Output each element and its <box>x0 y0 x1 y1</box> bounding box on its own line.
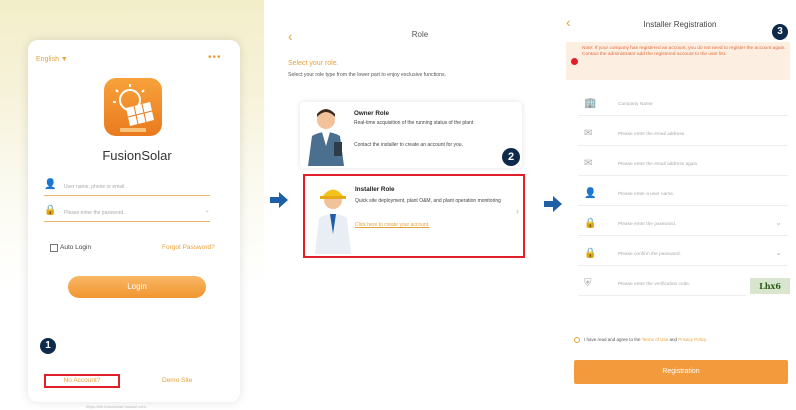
arrow-right-icon <box>544 196 562 212</box>
company-name-placeholder: Company Name <box>618 102 653 107</box>
shield-icon: ⛨ <box>584 278 592 289</box>
username-placeholder: Please enter a user name. <box>618 192 675 197</box>
arrow-right-icon <box>270 192 288 208</box>
agree-and: and <box>669 337 678 342</box>
chevron-right-icon: › <box>516 206 519 216</box>
owner-role-title: Owner Role <box>354 110 389 117</box>
password-placeholder: Please enter the password. <box>618 222 677 227</box>
company-icon: 🏢 <box>584 98 597 109</box>
site-url: https://intl.fusionsolar.huawei.com <box>86 404 146 409</box>
captcha-image[interactable]: Lhx6 <box>750 278 790 294</box>
installer-role-title: Installer Role <box>355 186 395 193</box>
password-placeholder: Please enter the password. <box>64 210 125 216</box>
warning-dot-icon <box>571 58 578 65</box>
agree-prefix: I have read and agree to the <box>584 337 641 342</box>
confirm-password-placeholder: Please confirm the password. <box>618 252 681 257</box>
owner-role-card[interactable]: Owner Role Real-time acquisition of the … <box>300 102 522 168</box>
auto-login-label: Auto Login <box>60 244 92 251</box>
no-account-link[interactable]: No Account? <box>44 374 120 388</box>
agree-terms-text: I have read and agree to the Terms of Us… <box>584 337 706 342</box>
username-field[interactable]: 👤 Please enter a user name. <box>578 184 788 206</box>
select-role-description: Select your role type from the lower par… <box>288 72 447 78</box>
login-button[interactable]: Login <box>68 276 206 298</box>
back-icon[interactable]: ‹ <box>566 14 571 30</box>
more-menu-icon[interactable]: ••• <box>208 52 222 63</box>
owner-role-note: Contact the installer to create an accou… <box>354 142 463 148</box>
user-icon: 👤 <box>584 188 597 199</box>
page-title: Installer Registration <box>643 20 717 29</box>
verification-code-field[interactable]: ⛨ Please enter the verification code. <box>578 274 746 296</box>
show-password-icon[interactable]: ⌄ <box>775 248 782 257</box>
username-placeholder: User name, phone or email <box>64 184 125 190</box>
agree-radio[interactable] <box>574 337 580 343</box>
lock-icon: 🔒 <box>584 248 597 259</box>
page-title: Role <box>411 30 429 39</box>
verification-code-placeholder: Please enter the verification code. <box>618 282 691 287</box>
demo-site-link[interactable]: Demo Site <box>162 377 192 384</box>
sun-panel-logo-icon <box>113 84 154 132</box>
email-icon: ✉ <box>584 158 593 169</box>
step-2-badge: 2 <box>502 148 520 166</box>
terms-of-use-link[interactable]: Terms of Use <box>642 337 669 342</box>
user-icon: 👤 <box>44 179 57 190</box>
owner-role-description: Real-time acquisition of the running sta… <box>354 120 474 126</box>
confirm-password-field[interactable]: 🔒 Please confirm the password. ⌄ <box>578 244 788 266</box>
email-field[interactable]: ✉ Please enter the email address. <box>578 124 788 146</box>
registration-note-text: Note: If your company has registered an … <box>582 46 786 58</box>
installer-role-card[interactable]: Installer Role Quick site deployment, pl… <box>303 174 525 258</box>
show-password-icon[interactable]: ⌄ <box>204 206 210 214</box>
create-account-link[interactable]: Click here to create your account. <box>355 222 429 228</box>
company-name-field[interactable]: 🏢 Company Name <box>578 94 788 116</box>
confirm-email-placeholder: Please enter the email address again. <box>618 162 699 167</box>
back-icon[interactable]: ‹ <box>288 28 293 44</box>
username-field[interactable]: 👤 User name, phone or email <box>44 176 210 196</box>
step-3-badge: 3 <box>772 24 788 40</box>
confirm-email-field[interactable]: ✉ Please enter the email address again. <box>578 154 788 176</box>
installer-avatar-icon <box>315 189 351 254</box>
forgot-password-link[interactable]: Forgot Password? <box>162 244 215 251</box>
language-selector[interactable]: English ▼ <box>36 56 68 63</box>
lock-icon: 🔒 <box>44 205 57 216</box>
step-1-badge: 1 <box>40 338 56 354</box>
select-role-heading: Select your role. <box>288 60 339 67</box>
email-icon: ✉ <box>584 128 593 139</box>
password-field[interactable]: 🔒 Please enter the password. ⌄ <box>578 214 788 236</box>
fusionsolar-logo <box>104 78 162 136</box>
brand-name: FusionSolar <box>102 148 172 163</box>
privacy-policy-link[interactable]: Privacy Policy <box>678 337 706 342</box>
registration-button[interactable]: Registration <box>574 360 788 384</box>
auto-login-checkbox[interactable] <box>50 244 58 252</box>
show-password-icon[interactable]: ⌄ <box>775 218 782 227</box>
owner-avatar-icon <box>308 109 344 166</box>
password-field[interactable]: 🔒 Please enter the password. ⌄ <box>44 202 210 222</box>
installer-role-description: Quick site deployment, plant O&M, and pl… <box>355 198 501 204</box>
email-placeholder: Please enter the email address. <box>618 132 686 137</box>
lock-icon: 🔒 <box>584 218 597 229</box>
